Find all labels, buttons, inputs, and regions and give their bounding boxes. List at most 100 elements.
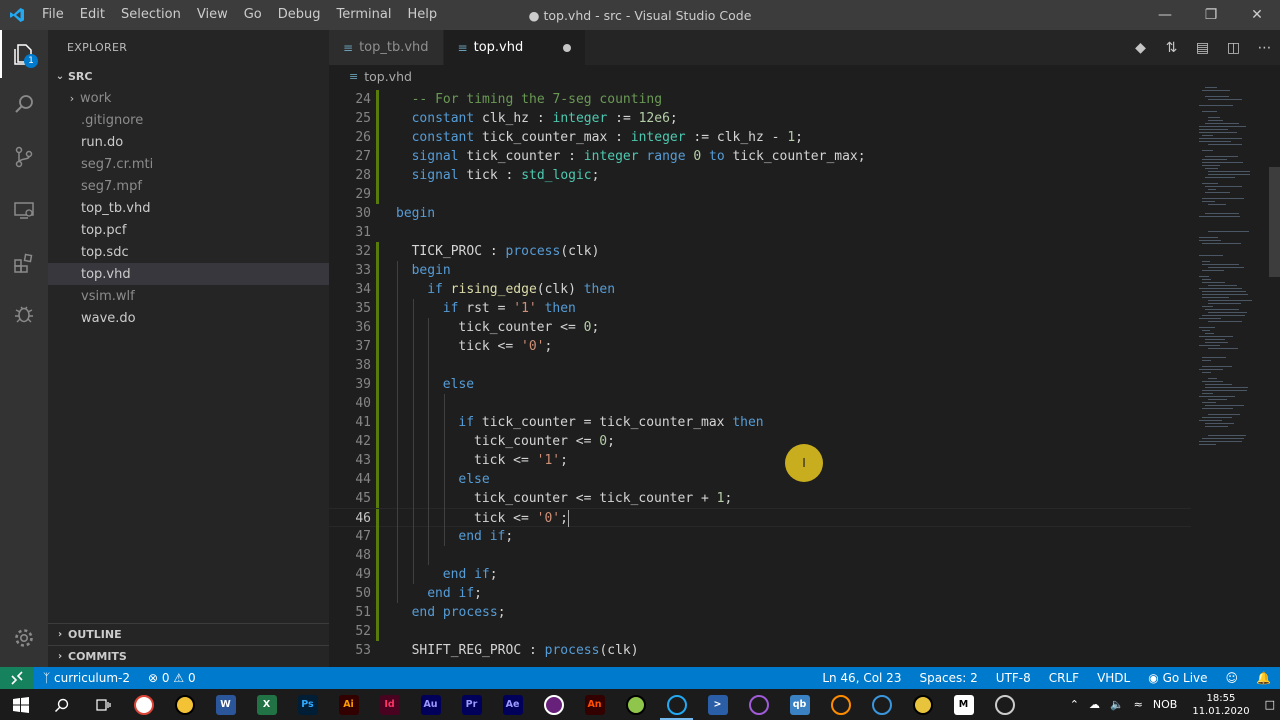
notifications-bell-icon[interactable]: 🔔: [1247, 671, 1280, 685]
code-line[interactable]: 37 tick <= '0';: [329, 337, 1191, 356]
code-line[interactable]: 41 if tick_counter = tick_counter_max the…: [329, 413, 1191, 432]
unsaved-dot-icon[interactable]: [563, 43, 572, 52]
code-line[interactable]: 25 constant clk_hz : integer := 12e6;: [329, 109, 1191, 128]
menu-item-debug[interactable]: Debug: [270, 0, 329, 30]
commits-section[interactable]: › COMMITS: [48, 645, 329, 667]
taskbar-word-icon[interactable]: W: [205, 689, 246, 720]
code-line[interactable]: 53 SHIFT_REG_PROC : process(clk): [329, 641, 1191, 660]
taskbar-search-icon[interactable]: [41, 689, 82, 720]
code-line[interactable]: 26 constant tick_counter_max : integer :=…: [329, 128, 1191, 147]
taskbar-visual-studio-icon[interactable]: [533, 689, 574, 720]
indentation[interactable]: Spaces: 2: [910, 671, 986, 685]
taskbar-illustrator-icon[interactable]: Ai: [328, 689, 369, 720]
settings-gear-icon[interactable]: [0, 614, 48, 662]
code-editor[interactable]: 24 -- For timing the 7-seg counting 25 cons…: [329, 90, 1191, 667]
code-line[interactable]: 44 else: [329, 470, 1191, 489]
restore-icon[interactable]: ❐: [1188, 0, 1234, 30]
remote-explorer-icon[interactable]: [0, 186, 48, 234]
code-line[interactable]: 28 signal tick : std_logic;: [329, 166, 1191, 185]
code-line[interactable]: 29: [329, 185, 1191, 204]
git-diff-icon[interactable]: ◆: [1125, 40, 1156, 56]
breadcrumb[interactable]: ≡ top.vhd: [329, 65, 1280, 87]
tray-clock[interactable]: 18:55 11.01.2020: [1182, 692, 1259, 718]
cursor-position[interactable]: Ln 46, Col 23: [813, 671, 910, 685]
tree-file[interactable]: top.sdc: [48, 241, 329, 263]
volume-icon[interactable]: 🔈: [1105, 698, 1129, 711]
code-line[interactable]: 52: [329, 622, 1191, 641]
code-line[interactable]: 35 if rst = '1' then: [329, 299, 1191, 318]
code-line[interactable]: 31: [329, 223, 1191, 242]
close-icon[interactable]: ✕: [1234, 0, 1280, 30]
taskbar-notepadpp-icon[interactable]: [615, 689, 656, 720]
minimap-slider[interactable]: [1269, 167, 1280, 277]
tray-language[interactable]: NOB: [1148, 698, 1182, 711]
tree-file[interactable]: top.pcf: [48, 219, 329, 241]
menu-item-file[interactable]: File: [34, 0, 72, 30]
taskbar-file-explorer-icon[interactable]: [164, 689, 205, 720]
code-line[interactable]: 38: [329, 356, 1191, 375]
encoding[interactable]: UTF-8: [987, 671, 1040, 685]
code-line[interactable]: 27 signal tick_counter : integer range 0 …: [329, 147, 1191, 166]
line-ending[interactable]: CRLF: [1040, 671, 1088, 685]
file-history-icon[interactable]: ▤: [1187, 40, 1218, 56]
menu-item-go[interactable]: Go: [236, 0, 270, 30]
outline-section[interactable]: › OUTLINE: [48, 623, 329, 645]
taskbar-app-yellow-icon[interactable]: [902, 689, 943, 720]
tab-top-vhd[interactable]: ≡ top.vhd: [443, 30, 587, 65]
taskbar-app-globe-icon[interactable]: [861, 689, 902, 720]
code-line[interactable]: 51 end process;: [329, 603, 1191, 622]
minimap[interactable]: [1191, 87, 1280, 667]
tree-file[interactable]: top_tb.vhd: [48, 197, 329, 219]
code-line[interactable]: 50 end if;: [329, 584, 1191, 603]
tray-chevron-up-icon[interactable]: ⌃: [1065, 698, 1084, 711]
tab-top-tb-vhd[interactable]: ≡ top_tb.vhd: [329, 30, 444, 65]
split-editor-icon[interactable]: ◫: [1218, 40, 1249, 56]
taskbar-premiere-icon[interactable]: Pr: [451, 689, 492, 720]
tree-file[interactable]: top.vhd: [48, 263, 329, 285]
tree-folder[interactable]: › work: [48, 87, 329, 109]
tree-file[interactable]: seg7.mpf: [48, 175, 329, 197]
code-line[interactable]: 34 if rising_edge(clk) then: [329, 280, 1191, 299]
taskbar-app-flag-icon[interactable]: [820, 689, 861, 720]
source-control-icon[interactable]: [0, 133, 48, 181]
language-mode[interactable]: VHDL: [1088, 671, 1139, 685]
code-line[interactable]: 30 begin: [329, 204, 1191, 223]
taskbar-chrome-icon[interactable]: [123, 689, 164, 720]
wifi-icon[interactable]: ≈: [1129, 698, 1148, 711]
taskbar-app-m-icon[interactable]: M: [943, 689, 984, 720]
code-line[interactable]: 32 TICK_PROC : process(clk): [329, 242, 1191, 261]
branch-item[interactable]: ᛉ curriculum-2: [34, 671, 139, 685]
compare-icon[interactable]: ⇅: [1156, 40, 1187, 56]
tree-file[interactable]: .gitignore: [48, 109, 329, 131]
notification-center-icon[interactable]: □: [1260, 698, 1280, 711]
taskbar-app-purple-icon[interactable]: [738, 689, 779, 720]
explorer-icon[interactable]: 1: [0, 30, 48, 78]
folder-header[interactable]: ⌄ SRC: [48, 65, 329, 87]
tree-file[interactable]: seg7.cr.mti: [48, 153, 329, 175]
taskbar-animate-icon[interactable]: An: [574, 689, 615, 720]
debug-icon[interactable]: [0, 290, 48, 338]
taskbar-photoshop-icon[interactable]: Ps: [287, 689, 328, 720]
taskbar-audition-icon[interactable]: Au: [410, 689, 451, 720]
problems-item[interactable]: ⊗ 0 ⚠ 0: [139, 671, 205, 685]
taskbar-qbittorrent-icon[interactable]: qb: [779, 689, 820, 720]
code-line[interactable]: 36 tick_counter <= 0;: [329, 318, 1191, 337]
search-icon[interactable]: [0, 80, 48, 128]
tree-file[interactable]: wave.do: [48, 307, 329, 329]
code-line[interactable]: 48: [329, 546, 1191, 565]
feedback-smiley-icon[interactable]: ☺: [1217, 671, 1248, 685]
code-line[interactable]: 49 end if;: [329, 565, 1191, 584]
taskbar-powershell-icon[interactable]: >: [697, 689, 738, 720]
tree-file[interactable]: run.do: [48, 131, 329, 153]
code-line[interactable]: 46 tick <= '0';: [329, 508, 1191, 528]
task-view-icon[interactable]: [82, 689, 123, 720]
code-line[interactable]: 33 begin: [329, 261, 1191, 280]
taskbar-vscode-icon[interactable]: [656, 689, 697, 720]
code-line[interactable]: 47 end if;: [329, 527, 1191, 546]
more-actions-icon[interactable]: ⋯: [1249, 40, 1280, 56]
windows-start-icon[interactable]: [0, 689, 41, 720]
minimize-icon[interactable]: —: [1142, 0, 1188, 30]
code-line[interactable]: 40: [329, 394, 1191, 413]
taskbar-indesign-icon[interactable]: Id: [369, 689, 410, 720]
code-line[interactable]: 45 tick_counter <= tick_counter + 1;: [329, 489, 1191, 508]
